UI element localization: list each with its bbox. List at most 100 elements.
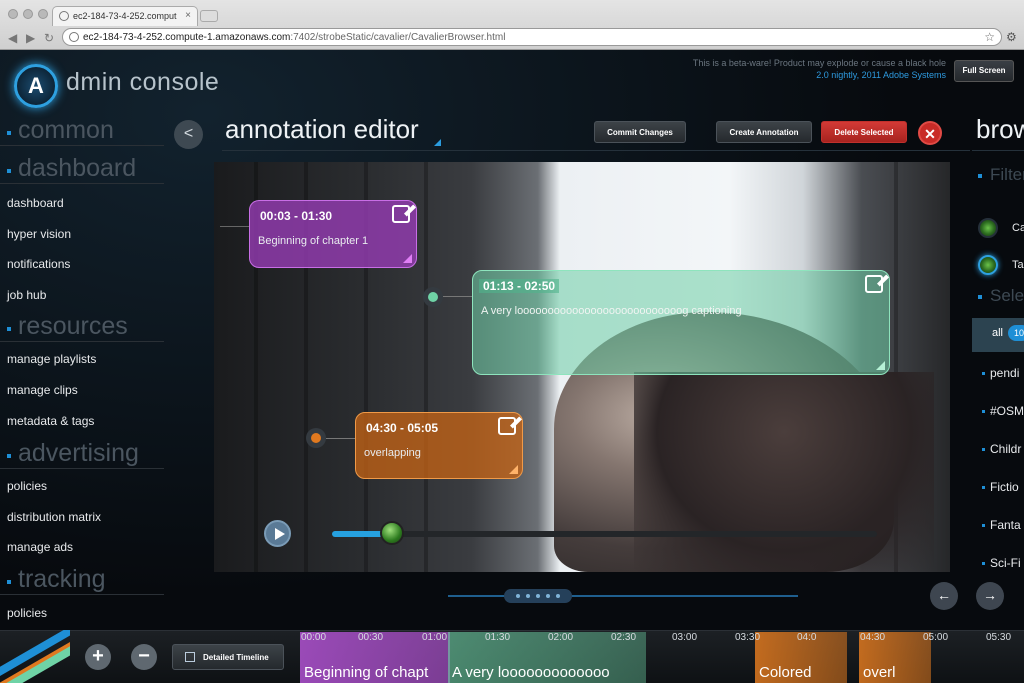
list-item[interactable]: pendi	[990, 366, 1019, 380]
annotation-text: A very looooooooooooooooooooooooooog cap…	[481, 305, 742, 317]
url-host: ec2-184-73-4-252.compute-1.amazonaws.com	[83, 32, 291, 43]
all-label: all	[992, 327, 1004, 339]
back-arrow-icon[interactable]: ◀	[8, 31, 17, 45]
delete-selected-button[interactable]: Delete Selected	[821, 121, 907, 143]
sidebar-section-tracking[interactable]: tracking	[0, 565, 164, 595]
back-button[interactable]: <	[174, 120, 203, 149]
resize-handle-icon[interactable]	[509, 465, 518, 474]
timeline-tick: 03:30	[735, 632, 761, 643]
sidebar-item-distribution-matrix[interactable]: distribution matrix	[7, 510, 101, 524]
create-annotation-button[interactable]: Create Annotation	[716, 121, 812, 143]
list-item[interactable]: Fanta	[990, 518, 1021, 532]
sidebar-section-common[interactable]: common	[0, 116, 164, 146]
close-tab-icon[interactable]: ×	[185, 10, 191, 21]
divider	[972, 150, 1024, 151]
play-button[interactable]	[264, 520, 291, 547]
seek-bar[interactable]	[332, 531, 877, 537]
edit-icon[interactable]	[392, 205, 410, 223]
maximize-window-icon[interactable]	[38, 9, 48, 19]
segment-label: Colored	[759, 664, 812, 681]
forward-arrow-icon[interactable]: ▶	[26, 31, 35, 45]
sidebar-item-manage-playlists[interactable]: manage playlists	[7, 352, 96, 366]
timeline-tick: 04:30	[860, 632, 886, 643]
resize-handle-icon[interactable]	[876, 361, 885, 370]
arrow-left-icon[interactable]: ←	[930, 582, 958, 610]
logo-icon: A	[14, 64, 58, 108]
annotation-box[interactable]: 04:30 - 05:05 overlapping	[355, 412, 523, 479]
count-badge: 10	[1008, 325, 1024, 341]
annotation-text: overlapping	[364, 447, 421, 459]
timeline-tick: 02:30	[611, 632, 637, 643]
list-item[interactable]: Fictio	[990, 480, 1019, 494]
timeline-tick: 05:00	[923, 632, 949, 643]
connector-line	[220, 226, 250, 227]
sidebar: common dashboard dashboard hyper vision …	[0, 112, 164, 632]
zoom-out-minus-icon[interactable]: −	[131, 644, 157, 670]
list-item[interactable]: #OSM	[990, 404, 1024, 418]
pager-handle[interactable]	[504, 589, 572, 603]
marker-dot[interactable]	[306, 428, 326, 448]
commit-changes-button[interactable]: Commit Changes	[594, 121, 686, 143]
sidebar-item-dashboard[interactable]: dashboard	[7, 196, 64, 210]
curtain-fold	[424, 162, 428, 572]
filter-label: Filter	[990, 165, 1024, 184]
pager-track	[448, 595, 798, 597]
arrow-right-icon[interactable]: →	[976, 582, 1004, 610]
sidebar-item-hyper-vision[interactable]: hyper vision	[7, 227, 71, 241]
connector-line	[326, 438, 356, 439]
segment-label: overl	[863, 664, 896, 681]
page-title: annotation editor	[225, 114, 419, 144]
fullscreen-button[interactable]: Full Screen	[954, 60, 1014, 82]
browse-title: brow	[976, 114, 1024, 144]
sidebar-item-notifications[interactable]: notifications	[7, 257, 70, 271]
timeline-tick: 03:00	[672, 632, 698, 643]
list-item[interactable]: Sci-Fi	[990, 556, 1021, 570]
annotation-box-selected[interactable]: 01:13 - 02:50 A very loooooooooooooooooo…	[472, 270, 890, 375]
edit-icon[interactable]	[865, 275, 883, 293]
sidebar-section-dashboard[interactable]: dashboard	[0, 154, 164, 184]
decorative-stripes	[0, 630, 70, 683]
reload-icon[interactable]: ↻	[44, 31, 54, 45]
radio-label: Ta	[1012, 259, 1024, 271]
sidebar-item-metadata-tags[interactable]: metadata & tags	[7, 414, 94, 428]
globe-icon	[59, 11, 69, 21]
annotation-time: 00:03 - 01:30	[260, 209, 333, 223]
close-window-icon[interactable]	[8, 9, 18, 19]
radio-button[interactable]	[978, 218, 998, 238]
select-label: Sele	[990, 286, 1024, 305]
tab-title: ec2-184-73-4-252.comput	[73, 11, 177, 21]
timeline-tick: 02:00	[548, 632, 574, 643]
radio-button-selected[interactable]	[978, 255, 998, 275]
seek-handle[interactable]	[380, 521, 404, 545]
sidebar-section-advertising[interactable]: advertising	[0, 439, 164, 469]
edit-icon[interactable]	[498, 417, 516, 435]
version-text: 2.0 nightly, 2011 Adobe Systems	[816, 70, 946, 80]
detailed-timeline-button[interactable]: Detailed Timeline	[172, 644, 284, 670]
url-bar[interactable]: ec2-184-73-4-252.compute-1.amazonaws.com…	[62, 28, 1002, 46]
new-tab-button[interactable]	[200, 10, 218, 22]
annotation-time: 04:30 - 05:05	[366, 421, 439, 435]
close-icon[interactable]: ✕	[918, 121, 942, 145]
sidebar-item-manage-clips[interactable]: manage clips	[7, 383, 78, 397]
resize-handle-icon[interactable]	[403, 254, 412, 263]
annotation-box[interactable]: 00:03 - 01:30 Beginning of chapter 1	[249, 200, 417, 268]
browser-tab[interactable]: ec2-184-73-4-252.comput ×	[52, 6, 198, 26]
sidebar-item-tracking-policies[interactable]: policies	[7, 606, 47, 620]
url-path: :7402/strobeStatic/cavalier/CavalierBrow…	[290, 32, 506, 43]
sidebar-item-policies[interactable]: policies	[7, 479, 47, 493]
corner-marker-icon	[434, 139, 441, 146]
bookmark-star-icon[interactable]: ☆	[984, 30, 995, 44]
sidebar-item-job-hub[interactable]: job hub	[7, 288, 46, 302]
timeline-tick: 05:30	[986, 632, 1012, 643]
minimize-window-icon[interactable]	[23, 9, 33, 19]
admin-console: A dmin console This is a beta-ware! Prod…	[0, 50, 1024, 683]
wrench-icon[interactable]: ⚙	[1006, 30, 1017, 44]
segment-label: Beginning of chapt	[304, 664, 429, 681]
sidebar-item-manage-ads[interactable]: manage ads	[7, 540, 73, 554]
page-icon	[69, 32, 79, 42]
zoom-in-plus-icon[interactable]: +	[85, 644, 111, 670]
list-item[interactable]: Childr	[990, 442, 1021, 456]
sidebar-section-resources[interactable]: resources	[0, 312, 164, 342]
video-figure-shadow	[634, 372, 934, 572]
marker-dot[interactable]	[423, 287, 443, 307]
